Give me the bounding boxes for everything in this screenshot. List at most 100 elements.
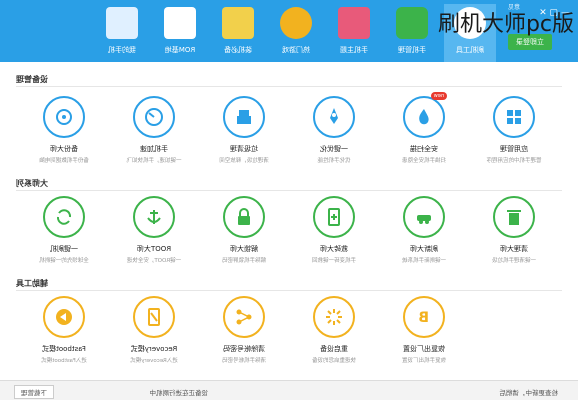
status-mid-text: 设备正在进行刷机中: [149, 389, 209, 397]
tab-label: ROM基地: [164, 46, 196, 54]
tool-unlock-master[interactable]: 解锁大师 解除手机锁屏密码: [204, 196, 284, 264]
refresh-icon: [454, 7, 486, 39]
lock-icon: [223, 196, 265, 238]
recovery-icon: [133, 296, 175, 338]
tool-optimize[interactable]: 一键优化 优化手机性能: [294, 96, 374, 164]
b-icon: B: [403, 296, 445, 338]
share-icon: [223, 296, 265, 338]
tool-name: 清除帐号密码: [223, 345, 265, 353]
section-title: 设备管理: [16, 75, 48, 84]
tab-phone-manager[interactable]: 手机管理: [386, 4, 438, 62]
tool-desc: 清理垃圾，释放空间: [219, 158, 269, 164]
tool-desc: 一键加速，手机快如飞: [126, 158, 182, 164]
tool-root-master[interactable]: ROOT大师 一键ROOT，安全快速: [114, 196, 194, 264]
tab-label: 装机必备: [224, 46, 252, 54]
tab-label: 热门游戏: [282, 46, 310, 54]
tool-desc: 一键清理手机垃圾: [492, 258, 537, 264]
tool-desc: 优化手机性能: [317, 158, 351, 164]
tab-essentials[interactable]: 装机必备: [212, 4, 264, 62]
divider: [16, 190, 562, 191]
download-manager-button[interactable]: 下载管理: [14, 385, 54, 399]
svg-text:B: B: [418, 310, 429, 326]
refresh-icon: [43, 196, 85, 238]
rocket-icon: [313, 96, 355, 138]
tool-desc: 管理手机中的应用程序: [486, 158, 542, 164]
grid-icon: [493, 96, 535, 138]
mirrored-app-window: — ▢ ✕ 意见 刷机工具 手机管理 手机主题 热门游戏 装机必备 ROM基地: [0, 0, 578, 400]
tool-name: 一键刷机: [50, 245, 78, 253]
section-title: 辅助工具: [16, 279, 48, 288]
top-navigation-bar: — ▢ ✕ 意见 刷机工具 手机管理 手机主题 热门游戏 装机必备 ROM基地: [0, 0, 578, 62]
clean-icon: [223, 96, 265, 138]
section-title: 大师系列: [16, 179, 48, 188]
tool-desc: 解除手机锁屏密码: [222, 258, 267, 264]
tool-recovery[interactable]: Recovery模式 进入Recovery模式: [114, 296, 194, 364]
tool-factory-reset[interactable]: B 恢复出厂设置 恢复手机出厂设置: [384, 296, 464, 364]
speed-icon: [133, 96, 175, 138]
tool-clean[interactable]: 垃圾清理 清理垃圾，释放空间: [204, 96, 284, 164]
tool-desc: 扫描手机安全隐患: [402, 158, 447, 164]
tool-name: 安全扫描: [410, 145, 438, 153]
tool-name: Fastboot模式: [42, 345, 86, 353]
tool-refresh-master[interactable]: 刷新大师 一键刷新手机系统: [384, 196, 464, 264]
tool-desc: 一键ROOT，安全快速: [126, 258, 182, 264]
tool-desc: 恢复手机出厂设置: [402, 358, 447, 364]
apps-icon: [222, 7, 254, 39]
tool-speed[interactable]: 手机加速 一键加速，手机快如飞: [114, 96, 194, 164]
tab-games[interactable]: 热门游戏: [270, 4, 322, 62]
tool-name: 解锁大师: [230, 245, 258, 253]
tool-name: 垃圾清理: [230, 145, 258, 153]
tab-label: 手机主题: [340, 46, 368, 54]
tool-name: 救砖大师: [320, 245, 348, 253]
tab-my-phone[interactable]: 我的手机: [96, 4, 148, 62]
backup-icon: [43, 96, 85, 138]
tool-clean-master[interactable]: 清理大师 一键清理手机垃圾: [474, 196, 554, 264]
status-left-text: 检查更新中，请稍后: [499, 389, 559, 397]
car-icon: [403, 196, 445, 238]
login-button[interactable]: 立即登录: [508, 34, 552, 50]
fire-icon: new: [403, 92, 447, 138]
tool-one-click-flash[interactable]: 一键刷机 全球领先的一键刷机: [24, 196, 104, 264]
tool-desc: 备份手机数据到电脑: [39, 158, 89, 164]
rom-icon: [164, 7, 196, 39]
tool-security-scan[interactable]: new 安全扫描 扫描手机安全隐患: [384, 92, 464, 164]
divider: [16, 290, 562, 291]
tool-name: 备份大师: [50, 145, 78, 153]
tool-desc: 快速重启您的设备: [312, 358, 357, 364]
tool-name: 一键优化: [320, 145, 348, 153]
phone-icon: [106, 7, 138, 39]
tab-label: 我的手机: [108, 46, 136, 54]
tool-name: 手机加速: [140, 145, 168, 153]
tool-app-manager[interactable]: 应用管理 管理手机中的应用程序: [474, 96, 554, 164]
tab-rom[interactable]: ROM基地: [154, 4, 206, 62]
divider: [16, 86, 562, 87]
anchor-icon: [133, 196, 175, 238]
loading-icon: [313, 296, 355, 338]
tool-name: ROOT大师: [136, 245, 172, 253]
tool-rescue-master[interactable]: 救砖大师 手机变砖一键救回: [294, 196, 374, 264]
new-badge: new: [430, 92, 447, 100]
tool-name: 清理大师: [500, 245, 528, 253]
tool-clear-account[interactable]: 清除帐号密码 清除手机帐号密码: [204, 296, 284, 364]
tool-desc: 手机变砖一键救回: [312, 258, 357, 264]
tab-flash-tools[interactable]: 刷机工具: [444, 4, 496, 62]
phone-plus-icon: [313, 196, 355, 238]
feedback-link[interactable]: 意见: [508, 2, 520, 11]
tool-desc: 进入Recovery模式: [130, 358, 178, 364]
tool-reboot[interactable]: 重启设备 快速重启您的设备: [294, 296, 374, 364]
tab-label: 手机管理: [398, 46, 426, 54]
trash-icon: [493, 196, 535, 238]
gamepad-icon: [280, 7, 312, 39]
tool-desc: 一键刷新手机系统: [402, 258, 447, 264]
tool-name: Recovery模式: [130, 345, 178, 353]
tool-fastboot[interactable]: Fastboot模式 进入Fastboot模式: [24, 296, 104, 364]
tab-label: 刷机工具: [456, 46, 484, 54]
tool-desc: 清除手机帐号密码: [222, 358, 267, 364]
status-bar: 检查更新中，请稍后 设备正在进行刷机中 下载管理: [0, 380, 578, 400]
fastboot-icon: [43, 296, 85, 338]
tool-name: 刷新大师: [410, 245, 438, 253]
tab-themes[interactable]: 手机主题: [328, 4, 380, 62]
tool-backup[interactable]: 备份大师 备份手机数据到电脑: [24, 96, 104, 164]
window-controls[interactable]: — ▢ ✕: [539, 8, 570, 18]
tool-desc: 全球领先的一键刷机: [39, 258, 89, 264]
